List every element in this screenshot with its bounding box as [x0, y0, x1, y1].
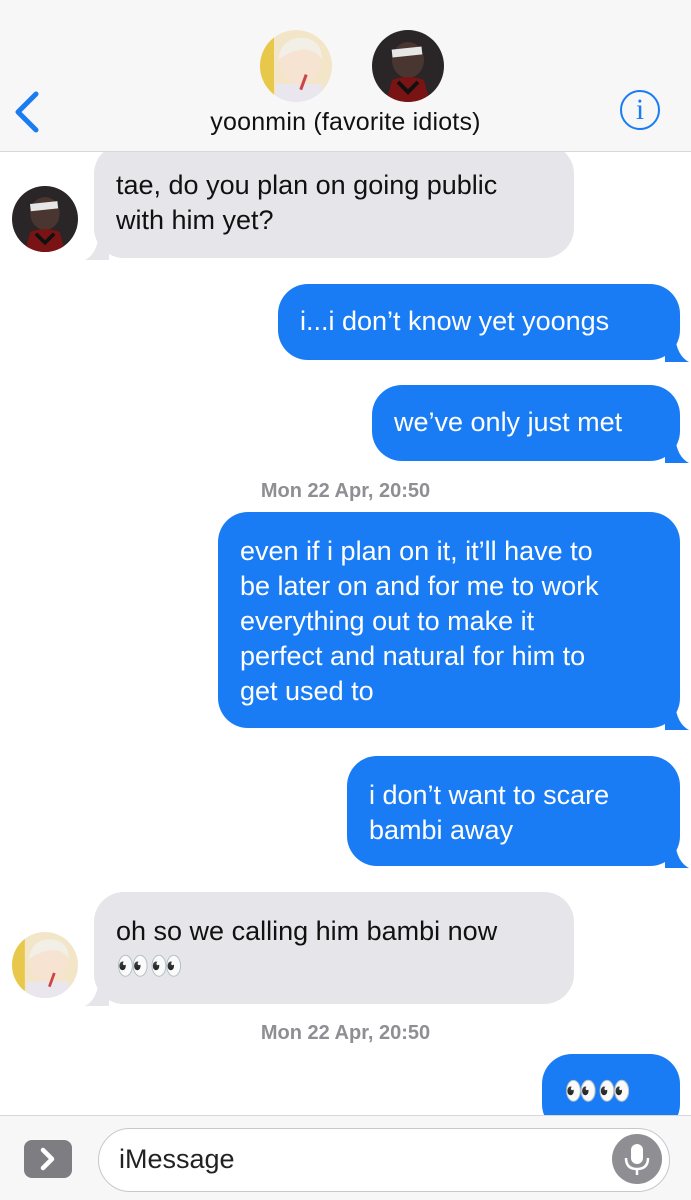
message-bubble-outgoing[interactable]: we’ve only just met [372, 385, 689, 463]
message-bubble-incoming[interactable]: oh so we calling him bambi now 👀👀 [85, 892, 574, 1006]
info-icon: i [635, 93, 645, 126]
message-line: bambi away [369, 815, 514, 845]
conversation-header: yoonmin (favorite idiots) i [0, 0, 691, 152]
message-line: everything out to make it [240, 606, 535, 636]
message-timestamp: Mon 22 Apr, 20:50 [0, 480, 691, 503]
message-thread[interactable]: tae, do you plan on going public with hi… [0, 152, 691, 1115]
bubble-tail [665, 437, 689, 463]
message-line: oh so we calling him bambi now [116, 916, 498, 946]
message-line: even if i plan on it, it’ll have to [240, 536, 593, 566]
conversation-title[interactable]: yoonmin (favorite idiots) [0, 108, 691, 137]
timestamp-time: 20:50 [379, 1022, 431, 1044]
microphone-icon [624, 1144, 650, 1175]
message-line: 👀👀 [116, 951, 184, 981]
timestamp-day: Mon 22 Apr, [260, 480, 374, 502]
timestamp-time: 20:50 [379, 480, 431, 502]
message-bubble-outgoing[interactable]: i don’t want to scare bambi away [347, 756, 689, 868]
sender-avatar-yoongi[interactable] [12, 186, 78, 252]
message-line: i don’t want to scare [369, 780, 610, 810]
message-input-placeholder: iMessage [119, 1144, 235, 1174]
apps-button[interactable] [24, 1140, 72, 1178]
bubble-tail [85, 980, 109, 1006]
info-button[interactable]: i [620, 90, 660, 130]
bubble-tail [665, 336, 689, 362]
message-bubble-outgoing[interactable]: 👀👀 [542, 1054, 680, 1115]
bubble-tail [665, 842, 689, 868]
message-timestamp: Mon 22 Apr, 20:50 [0, 1022, 691, 1045]
message-line: with him yet? [116, 205, 274, 235]
message-line: i...i don’t know yet yoongs [300, 306, 610, 336]
sender-avatar-jimin[interactable] [12, 932, 78, 998]
message-bubble-outgoing[interactable]: even if i plan on it, it’ll have to be l… [218, 512, 689, 730]
compose-bar: iMessage [0, 1115, 691, 1200]
message-line: be later on and for me to work [240, 571, 599, 601]
bubble-tail [665, 704, 689, 730]
chevron-right-icon [40, 1147, 55, 1171]
message-input[interactable]: iMessage [98, 1128, 670, 1192]
dictation-button[interactable] [612, 1134, 662, 1184]
bubble-tail [85, 234, 109, 260]
group-avatar-yoongi[interactable] [372, 30, 444, 102]
message-line: perfect and natural for him to [240, 641, 586, 671]
message-line: tae, do you plan on going public [116, 170, 498, 200]
message-bubble-outgoing[interactable]: i...i don’t know yet yoongs [278, 284, 689, 362]
message-bubble-incoming[interactable]: tae, do you plan on going public with hi… [85, 152, 574, 260]
message-line: we’ve only just met [394, 407, 623, 437]
message-line: get used to [240, 676, 374, 706]
message-line: 👀👀 [564, 1076, 632, 1106]
group-avatar-jimin[interactable] [260, 30, 332, 102]
timestamp-day: Mon 22 Apr, [260, 1022, 374, 1044]
